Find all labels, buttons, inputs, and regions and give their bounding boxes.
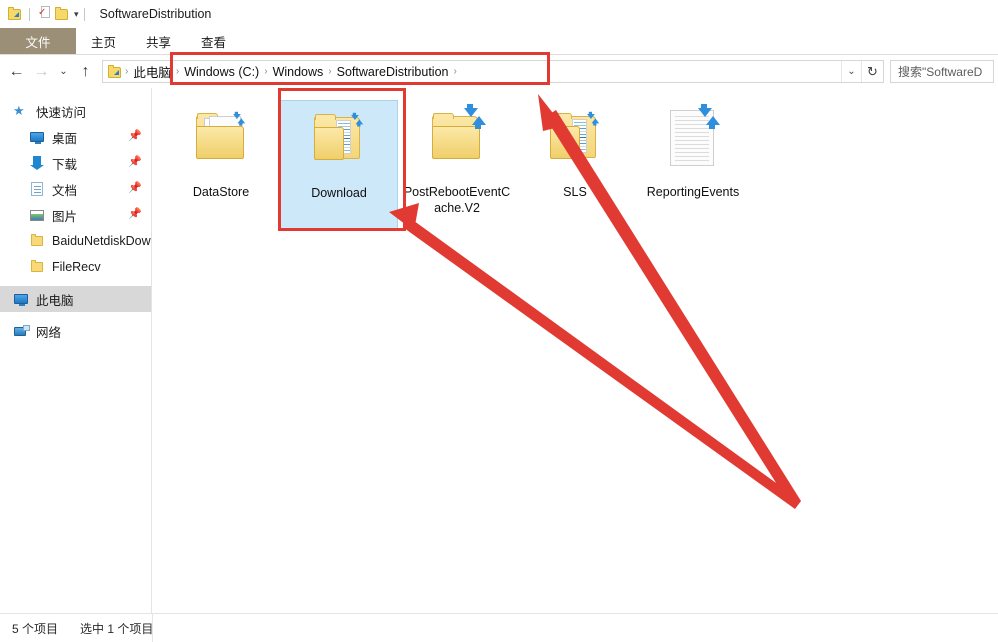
main-content: ★ 快速访问 桌面 📌 下载 📌 文档 📌 图片 📌 BaiduNetdiskD…: [0, 88, 998, 613]
sidebar-item-label: 下载: [52, 157, 78, 172]
sidebar-item-label: 文档: [52, 183, 78, 198]
breadcrumb-item-this-pc[interactable]: 此电脑: [129, 62, 175, 81]
pin-icon[interactable]: 📌: [128, 183, 142, 194]
ribbon-tab-bar: 文件 主页 共享 查看: [0, 28, 998, 55]
folder-icon: [182, 106, 260, 178]
refresh-icon[interactable]: ↻: [861, 61, 883, 82]
file-item-label: ReportingEvents: [646, 185, 740, 199]
file-item-datastore[interactable]: DataStore: [162, 100, 280, 230]
file-item-label: PostRebootEventCache.V2: [403, 185, 511, 215]
forward-button[interactable]: →: [29, 59, 54, 85]
folder-icon: [29, 233, 45, 249]
search-placeholder: 搜索"SoftwareD: [898, 65, 983, 79]
sidebar-item-filerecv[interactable]: FileRecv: [0, 254, 151, 280]
sidebar-item-quick-access[interactable]: ★ 快速访问: [0, 98, 151, 124]
compressed-attribute-icon: [462, 104, 488, 132]
qat-divider-2: [83, 7, 85, 21]
compressed-attribute-icon: [696, 104, 722, 132]
address-dropdown-icon[interactable]: ⌄: [841, 61, 861, 82]
breadcrumb-item-windows[interactable]: Windows: [269, 65, 328, 79]
breadcrumb-item-windows-c[interactable]: Windows (C:): [180, 65, 263, 79]
file-grid: DataStore Download PostRebootEventCache.…: [152, 100, 998, 230]
sidebar-item-desktop[interactable]: 桌面 📌: [0, 124, 151, 150]
file-list-pane[interactable]: DataStore Download PostRebootEventCache.…: [152, 88, 998, 613]
breadcrumb[interactable]: › 此电脑 › Windows (C:) › Windows › Softwar…: [103, 62, 841, 81]
status-selected-count: 选中 1 个项目: [80, 621, 154, 636]
desktop-icon: [29, 129, 45, 145]
pictures-icon: [29, 207, 45, 223]
folder-icon: [536, 106, 614, 178]
documents-icon: [29, 181, 45, 197]
window-title: SoftwareDistribution: [99, 7, 212, 21]
download-icon: [29, 155, 45, 171]
checkbox-properties-icon[interactable]: ✓: [35, 5, 53, 23]
folder-icon: [29, 259, 45, 275]
sidebar-item-pictures[interactable]: 图片 📌: [0, 202, 151, 228]
sidebar-item-baidunetdiskdownload[interactable]: BaiduNetdiskDow: [0, 228, 151, 254]
qat-divider-1: [29, 7, 30, 21]
pin-icon[interactable]: 📌: [128, 131, 142, 142]
status-item-count: 5 个项目: [12, 621, 59, 636]
navigation-bar: ← → ⌄ ↑ › 此电脑 › Windows (C:) › Windows ›…: [0, 55, 998, 88]
compressed-attribute-icon: [350, 112, 364, 128]
sidebar-item-label: 网络: [36, 325, 62, 340]
sidebar-item-this-pc[interactable]: 此电脑: [0, 286, 151, 312]
tab-view[interactable]: 查看: [186, 28, 241, 54]
search-box[interactable]: 搜索"SoftwareD: [890, 60, 994, 83]
folder-icon: [300, 107, 378, 179]
compressed-attribute-icon: [586, 111, 600, 127]
up-button[interactable]: ↑: [73, 59, 98, 85]
star-icon: ★: [13, 103, 25, 118]
file-item-download[interactable]: Download: [280, 100, 398, 230]
sidebar-item-label: 此电脑: [36, 293, 74, 308]
breadcrumb-folder-icon: [107, 64, 123, 80]
folder-icon: [418, 104, 496, 178]
back-button[interactable]: ←: [4, 59, 29, 85]
network-icon: [13, 323, 30, 339]
folder-properties-icon[interactable]: [6, 5, 24, 23]
file-item-postrebooteventcache-v2[interactable]: PostRebootEventCache.V2: [398, 100, 516, 230]
breadcrumb-separator: ›: [453, 66, 457, 77]
compressed-attribute-icon: [232, 111, 246, 127]
sidebar-item-documents[interactable]: 文档 📌: [0, 176, 151, 202]
status-bar: 5 个项目 选中 1 个项目: [0, 613, 998, 642]
address-bar[interactable]: › 此电脑 › Windows (C:) › Windows › Softwar…: [102, 60, 884, 83]
sidebar-item-downloads[interactable]: 下载 📌: [0, 150, 151, 176]
customize-qat-caret-icon[interactable]: ▾: [74, 9, 79, 19]
tab-home[interactable]: 主页: [76, 28, 131, 54]
navigation-pane: ★ 快速访问 桌面 📌 下载 📌 文档 📌 图片 📌 BaiduNetdiskD…: [0, 88, 152, 613]
sidebar-item-label: 图片: [52, 209, 78, 224]
tab-share[interactable]: 共享: [131, 28, 186, 54]
file-item-reportingevents[interactable]: ReportingEvents: [634, 100, 752, 230]
file-item-label: SLS: [563, 185, 587, 199]
tab-file[interactable]: 文件: [0, 28, 76, 54]
recent-locations-button[interactable]: ⌄: [54, 59, 73, 85]
document-icon: [654, 104, 732, 178]
pin-icon[interactable]: 📌: [128, 209, 142, 220]
file-item-sls[interactable]: SLS: [516, 100, 634, 230]
title-bar: ✓ ▾ SoftwareDistribution: [0, 0, 998, 28]
sidebar-item-label: 快速访问: [36, 105, 87, 120]
pin-icon[interactable]: 📌: [128, 157, 142, 168]
sidebar-item-label: BaiduNetdiskDow: [52, 234, 151, 248]
sidebar-item-label: 桌面: [52, 131, 78, 146]
new-folder-icon[interactable]: [53, 5, 71, 23]
file-item-label: DataStore: [192, 185, 250, 199]
sidebar-item-network[interactable]: 网络: [0, 318, 151, 344]
file-item-label: Download: [311, 186, 367, 200]
sidebar-item-label: FileRecv: [52, 260, 101, 274]
status-bar-divider: [152, 614, 153, 642]
breadcrumb-item-softwaredistribution[interactable]: SoftwareDistribution: [333, 65, 453, 79]
this-pc-icon: [13, 291, 29, 307]
